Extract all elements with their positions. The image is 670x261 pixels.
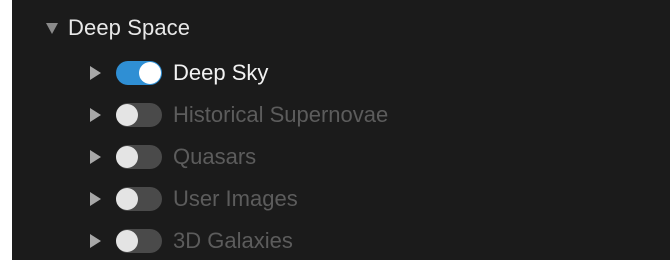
layer-row-deep-sky: Deep Sky: [90, 53, 268, 93]
layer-toggle[interactable]: [116, 61, 162, 85]
toggle-knob: [116, 146, 138, 168]
layer-toggle[interactable]: [116, 229, 162, 253]
layers-panel: Deep Space Deep Sky Historical Supernova…: [12, 0, 670, 260]
caret-right-icon[interactable]: [90, 234, 101, 248]
toggle-knob: [116, 188, 138, 210]
layer-label: Historical Supernovae: [173, 102, 389, 127]
caret-right-icon[interactable]: [90, 108, 101, 122]
layer-label: User Images: [173, 186, 298, 211]
layer-row-3d-galaxies: 3D Galaxies: [90, 221, 293, 261]
layer-row-user-images: User Images: [90, 179, 298, 219]
toggle-knob: [116, 104, 138, 126]
layer-label: Deep Sky: [173, 60, 269, 85]
caret-down-icon[interactable]: [46, 23, 58, 34]
layer-label: 3D Galaxies: [173, 228, 293, 253]
layer-toggle[interactable]: [116, 187, 162, 211]
layer-toggle[interactable]: [116, 145, 162, 169]
group-deep-space[interactable]: Deep Space: [46, 10, 190, 46]
layer-row-historical-supernovae: Historical Supernovae: [90, 95, 388, 135]
layer-label: Quasars: [173, 144, 257, 169]
caret-right-icon[interactable]: [90, 66, 101, 80]
layer-row-quasars: Quasars: [90, 137, 256, 177]
caret-right-icon[interactable]: [90, 150, 101, 164]
caret-right-icon[interactable]: [90, 192, 101, 206]
group-title: Deep Space: [68, 15, 191, 40]
toggle-knob: [116, 230, 138, 252]
layer-toggle[interactable]: [116, 103, 162, 127]
toggle-knob: [139, 62, 161, 84]
